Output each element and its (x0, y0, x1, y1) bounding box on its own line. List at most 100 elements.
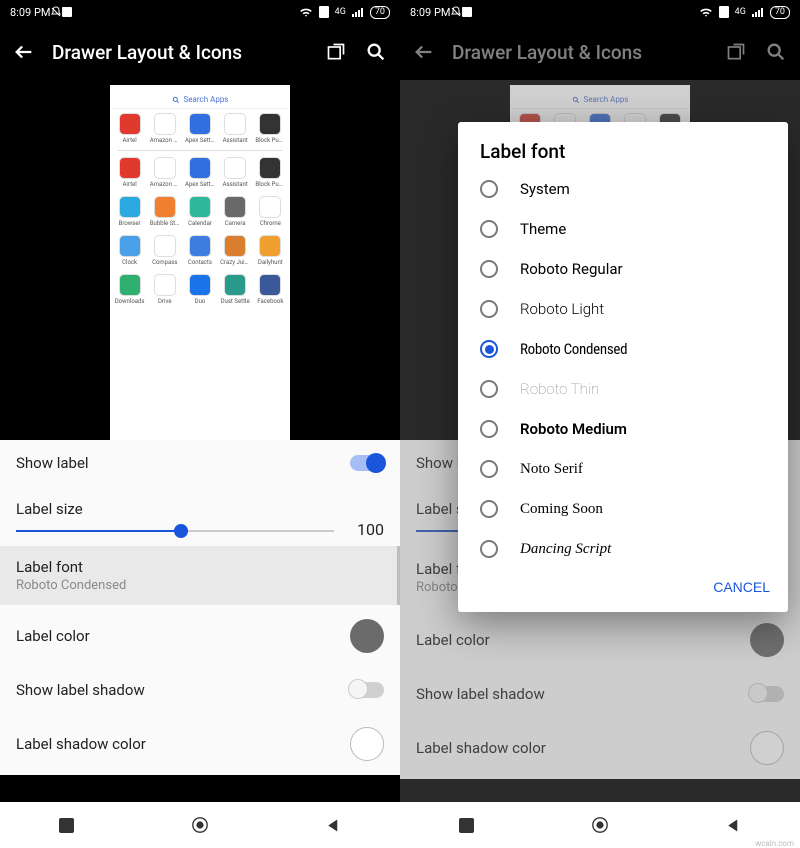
app-item: Browser (115, 196, 145, 227)
nav-recent-icon[interactable] (58, 816, 76, 834)
app-item: Apex Settin… (185, 113, 215, 144)
font-option[interactable]: System (458, 169, 788, 209)
radio-icon (480, 500, 498, 518)
drawer-preview: Search Apps AirtelAmazon Sh…Apex Settin…… (110, 85, 290, 440)
app-item: Clock (115, 235, 145, 266)
notification-badge-icon (62, 7, 72, 17)
page-title: Drawer Layout & Icons (452, 41, 708, 64)
font-option[interactable]: Dancing Script (458, 529, 788, 569)
show-shadow-text: Show label shadow (16, 681, 350, 699)
nav-back-icon[interactable] (324, 816, 342, 834)
show-label-text: Show label (16, 454, 350, 472)
font-option-label: Roboto Condensed (520, 340, 627, 358)
settings-panel: Show label Label size 100 Label font Rob… (0, 440, 400, 775)
notification-badge-icon (462, 7, 472, 17)
radio-icon (480, 300, 498, 318)
app-item: Downloads (115, 274, 145, 305)
show-label-switch[interactable] (350, 455, 384, 471)
show-shadow-row[interactable]: Show label shadow (0, 667, 400, 713)
radio-icon (480, 260, 498, 278)
app-item: Chrome (255, 196, 285, 227)
wifi-icon (299, 6, 313, 18)
font-option[interactable]: Roboto Thin (458, 369, 788, 409)
show-label-row[interactable]: Show label (0, 440, 400, 486)
app-item: Dailyhunt (255, 235, 285, 266)
sim-icon (319, 6, 329, 18)
battery-icon: 70 (370, 6, 390, 19)
nav-back-icon[interactable] (724, 816, 742, 834)
nav-home-icon[interactable] (191, 816, 209, 834)
status-bar: 8:09 PM 4G 70 (400, 0, 800, 24)
radio-icon (480, 340, 498, 358)
export-icon[interactable] (324, 40, 348, 64)
label-size-slider[interactable] (16, 530, 334, 532)
font-option-label: System (520, 180, 570, 198)
export-icon (724, 40, 748, 64)
back-icon[interactable] (12, 40, 36, 64)
app-item: Block Puzzl… (255, 157, 285, 188)
clock: 8:09 PM (410, 6, 450, 19)
search-icon[interactable] (364, 40, 388, 64)
navigation-bar (400, 802, 800, 848)
preview-area: Search Apps AirtelAmazon Sh…Apex Settin…… (0, 80, 400, 440)
app-item: Dust Settle (220, 274, 250, 305)
wifi-icon (699, 6, 713, 18)
notification-mute-icon (50, 6, 62, 18)
app-item: Drive (150, 274, 180, 305)
font-option[interactable]: Roboto Light (458, 289, 788, 329)
font-option-label: Dancing Script (520, 541, 611, 558)
dialog-title: Label font (458, 140, 788, 169)
label-font-dialog: Label font System Theme Roboto Regular Robo… (458, 122, 788, 612)
app-item: Apex Settin… (185, 157, 215, 188)
nav-home-icon[interactable] (591, 816, 609, 834)
show-shadow-switch[interactable] (350, 682, 384, 698)
app-item: Assistant (220, 157, 250, 188)
sim-icon (719, 6, 729, 18)
font-option-label: Roboto Regular (520, 260, 623, 278)
network-label: 4G (735, 7, 746, 17)
font-option-label: Roboto Medium (520, 420, 627, 438)
shadow-color-row[interactable]: Label shadow color (0, 713, 400, 775)
font-option-label: Theme (520, 220, 566, 238)
nav-recent-icon[interactable] (458, 816, 476, 834)
label-font-row[interactable]: Label font Roboto Condensed (0, 546, 400, 605)
shadow-color-swatch[interactable] (350, 727, 384, 761)
label-color-row[interactable]: Label color (0, 605, 400, 667)
network-label: 4G (335, 7, 346, 17)
app-item: Airtel (115, 113, 145, 144)
label-color-swatch[interactable] (350, 619, 384, 653)
app-item: Amazon Sh… (150, 157, 180, 188)
notification-mute-icon (450, 6, 462, 18)
font-option-label: Roboto Light (520, 300, 604, 318)
battery-icon: 70 (770, 6, 790, 19)
font-option[interactable]: Roboto Condensed (458, 329, 788, 369)
app-item: Contacts (185, 235, 215, 266)
search-icon (764, 40, 788, 64)
font-option[interactable]: Noto Serif (458, 449, 788, 489)
font-option[interactable]: Coming Soon (458, 489, 788, 529)
app-item: Compass (150, 235, 180, 266)
radio-icon (480, 380, 498, 398)
label-size-value: 100 (357, 520, 384, 539)
radio-icon (480, 220, 498, 238)
app-item: Calendar (185, 196, 215, 227)
font-option-label: Roboto Thin (520, 380, 599, 398)
app-item: Duo (185, 274, 215, 305)
cancel-button[interactable]: CANCEL (713, 579, 770, 595)
radio-icon (480, 460, 498, 478)
app-item: Airtel (115, 157, 145, 188)
label-size-row[interactable]: Label size 100 (0, 486, 400, 546)
font-option[interactable]: Roboto Regular (458, 249, 788, 289)
app-bar: Drawer Layout & Icons (0, 24, 400, 80)
font-option[interactable]: Theme (458, 209, 788, 249)
page-title: Drawer Layout & Icons (52, 41, 308, 64)
font-option[interactable]: Roboto Medium (458, 409, 788, 449)
font-option-label: Coming Soon (520, 501, 603, 518)
app-item: Crazy Juicer (220, 235, 250, 266)
label-font-text: Label font (16, 558, 83, 576)
radio-icon (480, 540, 498, 558)
label-font-value: Roboto Condensed (16, 578, 126, 593)
app-item: Block Puzzl… (255, 113, 285, 144)
shadow-color-text: Label shadow color (16, 735, 350, 753)
app-item: Assistant (220, 113, 250, 144)
